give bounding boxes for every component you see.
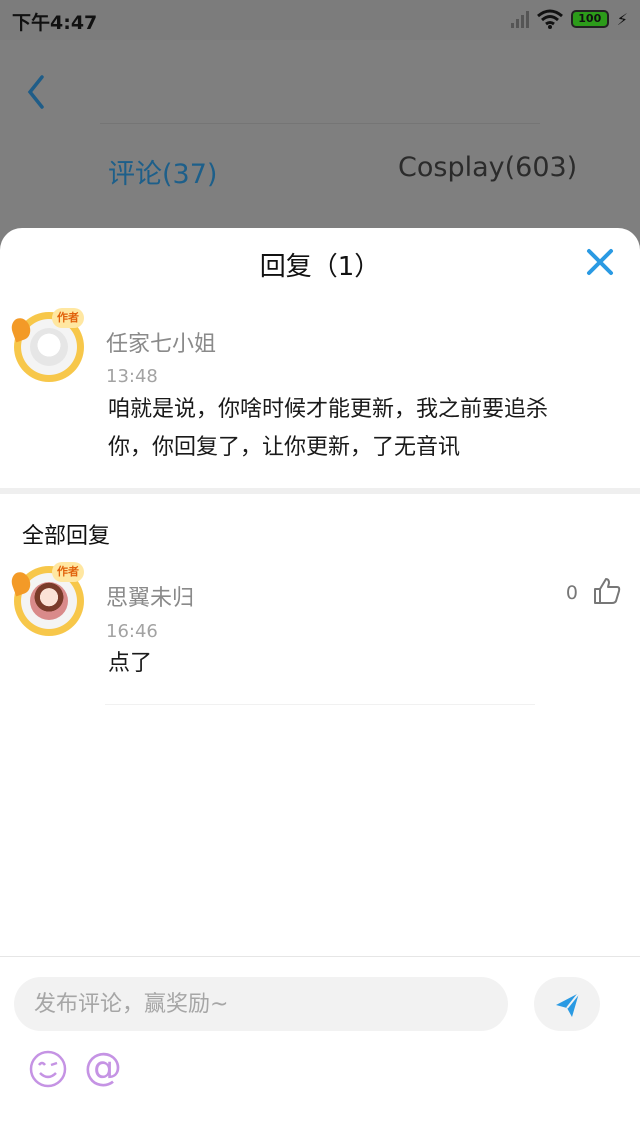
emoji-icon[interactable] (28, 1049, 68, 1089)
avatar[interactable]: 作者 (8, 562, 84, 636)
signal-icon (510, 10, 529, 28)
comment-username[interactable]: 任家七小姐 (106, 326, 216, 358)
author-badge: 作者 (52, 562, 84, 582)
section-title: 全部回复 (22, 524, 111, 549)
comment-time: 13:48 (106, 366, 158, 387)
status-icons: 100 ⚡ (510, 9, 628, 29)
battery-level: 100 (578, 12, 602, 25)
mention-button[interactable]: @ (84, 1045, 122, 1089)
battery-icon: 100 (570, 10, 609, 28)
comment-input[interactable] (14, 977, 508, 1031)
charging-icon: ⚡ (616, 9, 628, 29)
send-icon (556, 992, 580, 1017)
like-count: 0 (565, 582, 578, 604)
close-icon[interactable] (586, 248, 614, 276)
reply-divider (105, 704, 535, 705)
send-button[interactable] (534, 977, 600, 1031)
reply-sheet: 回复（1） 作者 任家七小姐 13:48 咱就是说，你啥时候才能更新，我之前要追… (0, 228, 640, 956)
sheet-title: 回复（1） (259, 252, 381, 282)
tab-comments[interactable]: 评论(37) (108, 152, 217, 191)
avatar[interactable]: 作者 (8, 308, 84, 382)
chevron-left-icon[interactable] (22, 72, 52, 112)
page-header (0, 40, 640, 124)
status-bar: 下午4:47 100 ⚡ (0, 0, 640, 40)
author-badge: 作者 (52, 308, 84, 328)
status-time: 下午4:47 (12, 12, 98, 34)
tab-bar: 评论(37) Cosplay(603) (0, 124, 640, 228)
comment-text: 咱就是说，你啥时候才能更新，我之前要追杀 你，你回复了，让你更新，了无音讯 (108, 391, 548, 467)
reply-text: 点了 (108, 651, 153, 676)
section-divider (0, 488, 640, 494)
comment-text-line: 你，你回复了，让你更新，了无音讯 (108, 435, 461, 460)
reply-time: 16:46 (106, 621, 158, 642)
wifi-icon (536, 9, 563, 29)
reply-username[interactable]: 思翼未归 (106, 580, 194, 612)
comment-text-line: 咱就是说，你啥时候才能更新，我之前要追杀 (108, 397, 549, 422)
tab-cosplay[interactable]: Cosplay(603) (398, 152, 577, 183)
thumbs-up-icon[interactable] (592, 576, 622, 606)
comment-input-bar: @ (0, 956, 640, 1138)
